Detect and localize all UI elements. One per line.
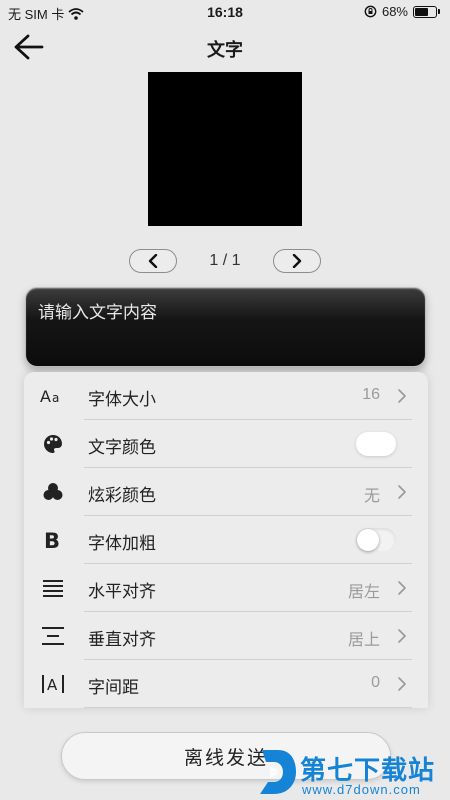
align-vertical-icon [38,624,68,648]
svg-text:A: A [47,676,58,694]
setting-value: 无 [363,488,380,505]
watermark-d-icon [260,750,296,794]
page-indicator: 1 / 1 [209,252,241,269]
battery-tip [438,9,440,14]
page-title: 文字 [207,40,243,60]
pager: 1 / 1 [0,249,450,273]
setting-value: 居上 [347,632,380,649]
watermark-logo: 第七下载站 www.d7down.com [256,744,450,800]
chevron-right-icon [292,254,302,268]
text-preview-canvas [148,72,302,226]
battery-fill [415,7,428,16]
chevron-right-icon [398,581,406,595]
setting-label: 字间距 [88,678,139,697]
status-right: 68% [364,4,440,19]
setting-label: 字体加粗 [88,534,156,553]
font-size-icon: A a [38,384,68,408]
setting-row-horizontal-align[interactable]: 水平对齐 居左 [24,564,428,612]
color-blobs-icon [38,480,68,504]
bold-icon: B [38,528,68,552]
bold-toggle[interactable] [356,528,396,552]
setting-row-vertical-align[interactable]: 垂直对齐 居上 [24,612,428,660]
settings-card: A a 字体大小 16 文字颜色 炫彩颜色 无 B 字体加粗 水平对齐 居左 垂… [24,372,428,708]
status-bar: 无 SIM 卡 16:18 68% [0,0,450,26]
setting-row-gradient-color[interactable]: 炫彩颜色 无 [24,468,428,516]
setting-row-bold[interactable]: B 字体加粗 [24,516,428,564]
chevron-right-icon [398,677,406,691]
setting-row-font-size[interactable]: A a 字体大小 16 [24,372,428,420]
align-horizontal-icon [38,576,68,600]
next-page-button[interactable] [273,249,321,273]
setting-row-letter-spacing[interactable]: A 字间距 0 [24,660,428,708]
setting-label: 文字颜色 [88,438,156,457]
chevron-right-icon [398,389,406,403]
watermark-url: www.d7down.com [302,782,421,797]
text-color-toggle[interactable] [356,432,396,456]
setting-label: 炫彩颜色 [88,486,156,505]
setting-row-text-color[interactable]: 文字颜色 [24,420,428,468]
text-input-placeholder: 请输入文字内容 [38,303,157,322]
nav-bar: 文字 [0,28,450,66]
toggle-knob [357,529,379,551]
letter-spacing-icon: A [38,672,68,696]
chevron-right-icon [398,629,406,643]
palette-icon [38,432,68,456]
setting-value: 居左 [347,584,380,601]
setting-value: 0 [371,674,380,691]
setting-label: 垂直对齐 [88,630,156,649]
svg-text:B: B [44,529,60,551]
orientation-lock-icon [364,5,377,18]
battery-icon [413,5,437,18]
setting-label: 水平对齐 [88,582,156,601]
divider [84,707,412,708]
setting-value: 16 [362,386,380,403]
svg-text:A: A [40,387,51,405]
text-content-input[interactable]: 请输入文字内容 [25,287,426,367]
setting-label: 字体大小 [88,390,156,409]
svg-text:a: a [52,391,59,405]
chevron-right-icon [398,485,406,499]
battery-percent: 68% [381,4,408,19]
